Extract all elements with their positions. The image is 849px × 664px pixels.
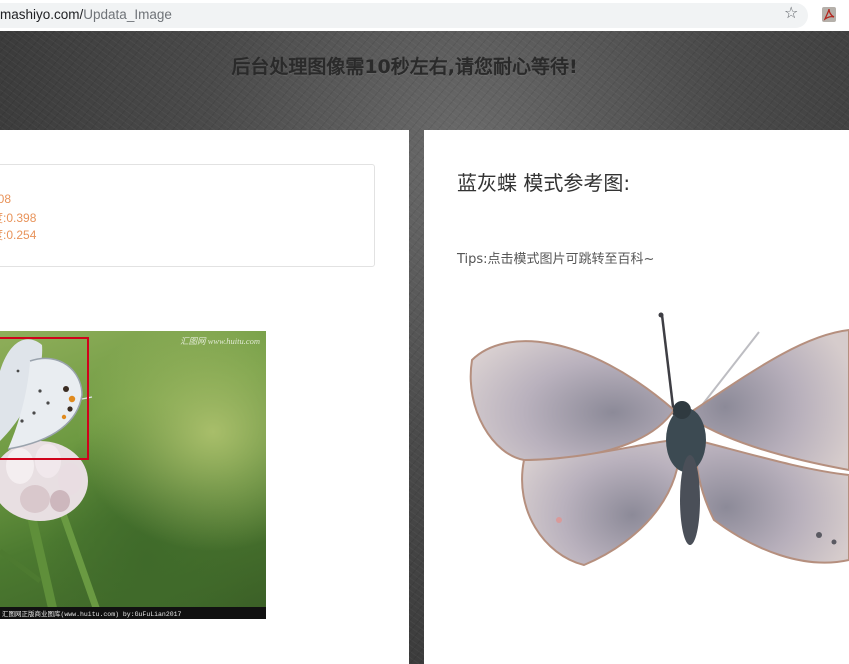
url-path: Updata_Image [83,7,172,22]
reference-tips: Tips:点击模式图片可跳转至百科~ [457,252,655,267]
photo-caption: 汇图网正版商业图库(www.huitu.com) by:GuFuLian2017 [2,611,182,618]
result-line-2: 度:0.398 [0,211,37,225]
browser-toolbar: mashiyo.com/Updata_Image ☆ [0,0,849,31]
result-panel: 308 度:0.398 度:0.254 [0,130,409,664]
reference-butterfly-image[interactable] [464,310,849,580]
detection-box [0,337,89,460]
notice-text: 后台处理图像需10秒左右,请您耐心等待! [231,56,578,78]
uploaded-photo: 汇图网 www.huitu.com 汇图网正版商业图库(www.huitu.co… [0,331,266,619]
result-line-1: 308 [0,192,12,206]
star-icon[interactable]: ☆ [784,4,798,22]
address-bar[interactable]: mashiyo.com/Updata_Image [0,3,808,28]
reference-title: 蓝灰蝶 模式参考图: [457,171,631,195]
result-info-box: 308 度:0.398 度:0.254 [0,164,375,267]
processing-notice: 后台处理图像需10秒左右,请您耐心等待! [0,52,849,79]
photo-watermark: 汇图网 www.huitu.com [180,336,260,346]
reference-panel: 蓝灰蝶 模式参考图: Tips:点击模式图片可跳转至百科~ [424,130,849,664]
pdf-extension-icon[interactable] [822,7,836,22]
url-host: mashiyo.com/ [0,7,84,22]
url-text[interactable]: mashiyo.com/Updata_Image [0,7,172,22]
result-line-3: 度:0.254 [0,228,37,242]
